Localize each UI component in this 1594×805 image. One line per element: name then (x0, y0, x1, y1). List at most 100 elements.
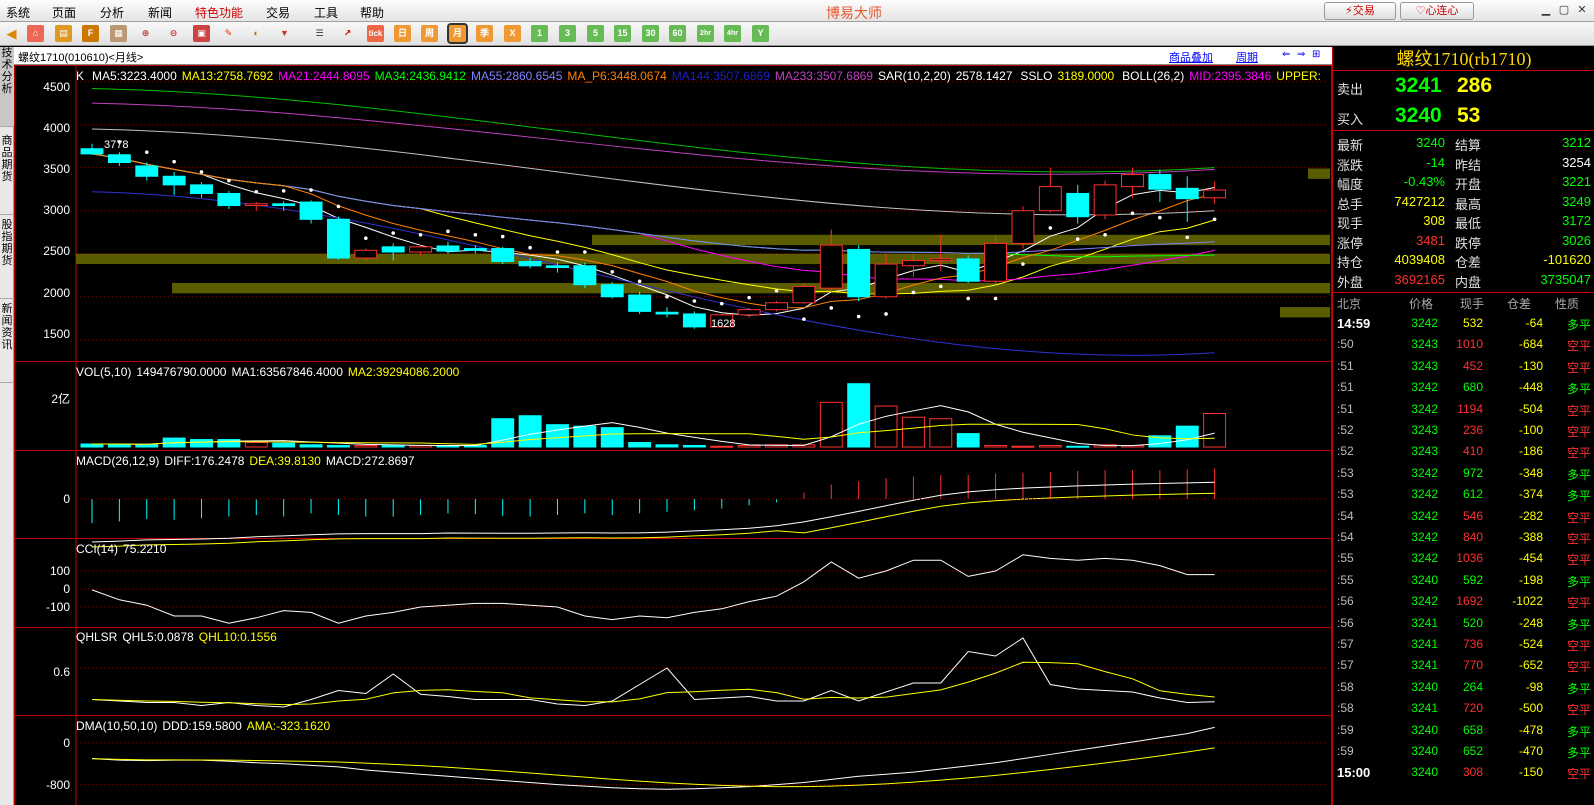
palette-icon[interactable]: ◐ (248, 25, 265, 42)
tab-index-futures[interactable]: 股指期货 (0, 219, 14, 299)
quote-row: 最新 3240 结算 3212 (1335, 134, 1593, 153)
week-button[interactable]: 周 (421, 25, 438, 42)
hr2-button[interactable]: 2hr (697, 25, 714, 42)
quote-row: 涨跌 -14 昨结 3254 (1335, 154, 1593, 173)
min60-button[interactable]: 60 (669, 25, 686, 42)
volume-bar (984, 445, 1008, 448)
home-icon[interactable]: ⌂ (27, 25, 44, 42)
legend-sslo: SSLO (1020, 69, 1052, 83)
tick-price: 3240 (1411, 765, 1438, 780)
tab-technical-analysis[interactable]: 技术分析 (0, 47, 14, 127)
quote-value: 3026 (1562, 232, 1591, 248)
trade-button[interactable]: ⚡交易 (1324, 2, 1396, 20)
candle-body (628, 294, 652, 312)
yaxis-dma-0: 0 (63, 736, 70, 750)
month-button[interactable]: 月 (447, 23, 468, 44)
window-icon[interactable]: ▣ (193, 25, 210, 42)
candle-body (190, 184, 213, 194)
quote-row: 总手 7427212 最高 3249 (1335, 193, 1593, 212)
pen-icon[interactable]: ✎ (220, 25, 237, 42)
period-link[interactable]: 周期 (1236, 49, 1258, 65)
grid-icon[interactable]: ▦ (110, 25, 127, 42)
sar-dot (1075, 237, 1080, 241)
volume-bar (628, 442, 652, 448)
overlay-link[interactable]: 商品叠加 (1169, 49, 1213, 65)
tick-oi-change: -248 (1518, 615, 1543, 630)
tick-time: :56 (1337, 594, 1354, 609)
menu-trade[interactable]: 交易 (266, 4, 290, 21)
menu-analysis[interactable]: 分析 (100, 4, 124, 21)
filter-icon[interactable]: ▼ (276, 25, 293, 42)
tick-row: 14:59 3242 532 -64 多平 (1335, 314, 1593, 333)
yaxis-2000: 2000 (43, 286, 70, 300)
zoom-in-icon[interactable]: ⊕ (137, 25, 154, 42)
year-button[interactable]: Y (752, 25, 769, 42)
trade-button-label: 交易 (1352, 5, 1375, 17)
sar-dot (829, 306, 834, 310)
back-arrow-icon[interactable]: ◀ (3, 25, 20, 42)
menu-tools[interactable]: 工具 (314, 4, 338, 21)
heart-connect-button[interactable]: ♡心连心 (1400, 2, 1474, 20)
menu-help[interactable]: 帮助 (360, 4, 384, 21)
minimize-icon[interactable]: ▁ (1538, 3, 1554, 18)
candle-body (792, 285, 816, 304)
f10-icon[interactable]: F (82, 25, 99, 42)
folder-icon[interactable]: ▤ (55, 25, 72, 42)
zoom-out-icon[interactable]: ⊖ (165, 25, 182, 42)
legend-ma144: MA144:3507.6869 (672, 69, 770, 83)
min3-button[interactable]: 3 (559, 25, 576, 42)
min15-button[interactable]: 15 (614, 25, 631, 42)
chart-icon[interactable]: ↗ (339, 25, 356, 42)
nav-left-icon[interactable]: ⇐ (1282, 49, 1290, 60)
volume-bar (1175, 425, 1199, 448)
hr4-button[interactable]: 4hr (724, 25, 741, 42)
ticks-header-volume: 现手 (1460, 297, 1485, 311)
volume-bar (874, 405, 898, 448)
candle-body (1093, 184, 1117, 216)
tick-price: 3243 (1411, 337, 1438, 352)
nav-right-icon[interactable]: ⇒ (1297, 49, 1305, 60)
tick-volume: 680 (1462, 380, 1483, 395)
menu-page[interactable]: 页面 (52, 4, 76, 21)
day-button[interactable]: 日 (394, 25, 411, 42)
tick-time: :54 (1337, 508, 1354, 523)
close-icon[interactable]: ✕ (1574, 3, 1590, 18)
quote-value: 3254 (1562, 154, 1591, 170)
tick-volume: 236 (1462, 423, 1483, 437)
tab-news[interactable]: 新闻资讯 (0, 303, 14, 383)
tick-button[interactable]: tick (367, 25, 384, 42)
menu-news[interactable]: 新闻 (148, 4, 172, 21)
tick-time: :54 (1337, 530, 1354, 544)
menu-special[interactable]: 特色功能 (195, 4, 243, 21)
min1-button[interactable]: 1 (531, 25, 548, 42)
maximize-icon[interactable]: ▢ (1556, 3, 1572, 18)
tick-nature: 多平 (1566, 681, 1591, 696)
tick-oi-change: -130 (1518, 358, 1543, 373)
chart-area[interactable]: K MA5:3223.4000 MA13:2758.7692 MA21:2444.80… (14, 65, 1332, 805)
tick-oi-change: -100 (1518, 423, 1543, 437)
x-button[interactable]: X (504, 25, 521, 42)
expand-icon[interactable]: ⊞ (1312, 49, 1320, 60)
tick-row: :53 3242 972 -348 多平 (1335, 464, 1593, 483)
table-icon[interactable]: ☰ (311, 25, 328, 42)
sell-label: 卖出 (1337, 82, 1364, 97)
tab-commodity-futures[interactable]: 商品期货 (0, 135, 14, 215)
menu-system[interactable]: 系统 (6, 4, 30, 21)
volume-ma-line (92, 405, 1215, 447)
candle-body (901, 260, 925, 267)
legend-sar: SAR(10,2,20) (878, 69, 951, 83)
candle-body (409, 246, 433, 253)
tick-time: :51 (1337, 380, 1354, 395)
dma-ama: AMA:-323.1620 (247, 719, 331, 733)
yaxis-cci-100: 100 (50, 564, 70, 578)
tick-row: :59 3240 652 -470 多平 (1335, 742, 1593, 761)
tick-nature: 空平 (1566, 446, 1591, 461)
min30-button[interactable]: 30 (642, 25, 659, 42)
candle-body (819, 244, 843, 289)
tick-volume: 1692 (1456, 594, 1483, 609)
min5-button[interactable]: 5 (587, 25, 604, 42)
dma-line (91, 726, 1215, 790)
quarter-button[interactable]: 季 (476, 25, 493, 42)
cci-val: 75.2210 (123, 542, 167, 556)
ticks-header-price: 价格 (1409, 297, 1434, 311)
